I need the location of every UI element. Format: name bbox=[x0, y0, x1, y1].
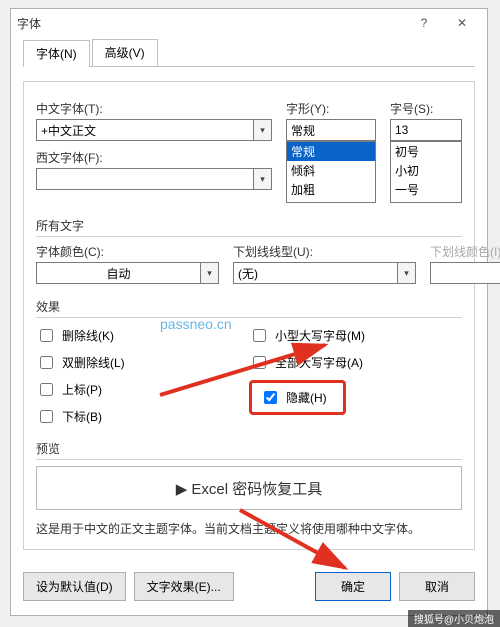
titlebar: 字体 ? ✕ bbox=[11, 9, 487, 37]
font-size-list[interactable]: 初号 小初 一号 bbox=[390, 141, 462, 203]
chevron-down-icon[interactable]: ▾ bbox=[254, 168, 272, 190]
cjk-font-combo[interactable]: ▾ bbox=[36, 119, 272, 141]
list-item[interactable]: 一号 bbox=[391, 180, 461, 199]
checkbox-superscript[interactable]: 上标(P) bbox=[36, 380, 249, 399]
chevron-down-icon[interactable]: ▾ bbox=[201, 262, 219, 284]
underline-color-combo: ▾ bbox=[430, 262, 500, 284]
list-item[interactable]: 倾斜 bbox=[287, 161, 375, 180]
preview-box: ▶ Excel 密码恢复工具 bbox=[36, 466, 462, 510]
checkbox-small-caps[interactable]: 小型大写字母(M) bbox=[249, 326, 365, 345]
help-button[interactable]: ? bbox=[405, 12, 443, 34]
source-tag: 搜狐号@小贝炮泡 bbox=[408, 610, 500, 627]
western-font-combo[interactable]: ▾ bbox=[36, 168, 272, 190]
label-effects: 效果 bbox=[36, 298, 462, 315]
footer: 设为默认值(D) 文字效果(E)... 确定 取消 bbox=[23, 572, 475, 601]
cjk-font-input[interactable] bbox=[36, 119, 254, 141]
checkbox-strike[interactable]: 删除线(K) bbox=[36, 326, 249, 345]
font-style-list[interactable]: 常规 倾斜 加粗 bbox=[286, 141, 376, 203]
font-color-input[interactable] bbox=[36, 262, 201, 284]
label-preview: 预览 bbox=[36, 440, 462, 457]
list-item[interactable]: 小初 bbox=[391, 161, 461, 180]
label-underline-color: 下划线颜色(I): bbox=[430, 243, 500, 260]
label-underline-style: 下划线线型(U): bbox=[233, 243, 416, 260]
dialog-title: 字体 bbox=[17, 15, 405, 32]
font-dialog: 字体 ? ✕ 字体(N) 高级(V) 中文字体(T): ▾ 西文字体(F): bbox=[10, 8, 488, 616]
chevron-down-icon[interactable]: ▾ bbox=[398, 262, 416, 284]
tab-bar: 字体(N) 高级(V) bbox=[23, 39, 475, 67]
preview-text: ▶ Excel 密码恢复工具 bbox=[176, 478, 323, 499]
ok-button[interactable]: 确定 bbox=[315, 572, 391, 601]
checkbox-hidden[interactable]: 隐藏(H) bbox=[260, 388, 327, 407]
set-default-button[interactable]: 设为默认值(D) bbox=[23, 572, 126, 601]
tab-advanced[interactable]: 高级(V) bbox=[92, 39, 158, 66]
label-font-style: 字形(Y): bbox=[286, 100, 376, 117]
label-font-size: 字号(S): bbox=[390, 100, 462, 117]
label-font-color: 字体颜色(C): bbox=[36, 243, 219, 260]
checkbox-subscript[interactable]: 下标(B) bbox=[36, 407, 249, 426]
list-item[interactable]: 加粗 bbox=[287, 180, 375, 199]
checkbox-all-caps[interactable]: 全部大写字母(A) bbox=[249, 353, 363, 372]
underline-style-input[interactable] bbox=[233, 262, 398, 284]
chevron-down-icon[interactable]: ▾ bbox=[254, 119, 272, 141]
western-font-input[interactable] bbox=[36, 168, 254, 190]
font-group: 中文字体(T): ▾ 西文字体(F): ▾ 字形(Y): 常规 bbox=[23, 81, 475, 550]
tab-font[interactable]: 字体(N) bbox=[23, 40, 90, 67]
label-all-text: 所有文字 bbox=[36, 217, 462, 234]
checkbox-dbl-strike[interactable]: 双删除线(L) bbox=[36, 353, 249, 372]
underline-color-input bbox=[430, 262, 500, 284]
text-effects-button[interactable]: 文字效果(E)... bbox=[134, 572, 234, 601]
label-cjk-font: 中文字体(T): bbox=[36, 100, 272, 117]
description-text: 这是用于中文的正文主题字体。当前文档主题定义将使用哪种中文字体。 bbox=[36, 520, 462, 537]
highlight-box: 隐藏(H) bbox=[249, 380, 346, 415]
font-style-input[interactable] bbox=[286, 119, 376, 141]
font-color-combo[interactable]: ▾ bbox=[36, 262, 219, 284]
label-western-font: 西文字体(F): bbox=[36, 149, 272, 166]
list-item[interactable]: 初号 bbox=[391, 142, 461, 161]
cancel-button[interactable]: 取消 bbox=[399, 572, 475, 601]
close-button[interactable]: ✕ bbox=[443, 12, 481, 34]
font-size-input[interactable] bbox=[390, 119, 462, 141]
underline-style-combo[interactable]: ▾ bbox=[233, 262, 416, 284]
list-item[interactable]: 常规 bbox=[287, 142, 375, 161]
